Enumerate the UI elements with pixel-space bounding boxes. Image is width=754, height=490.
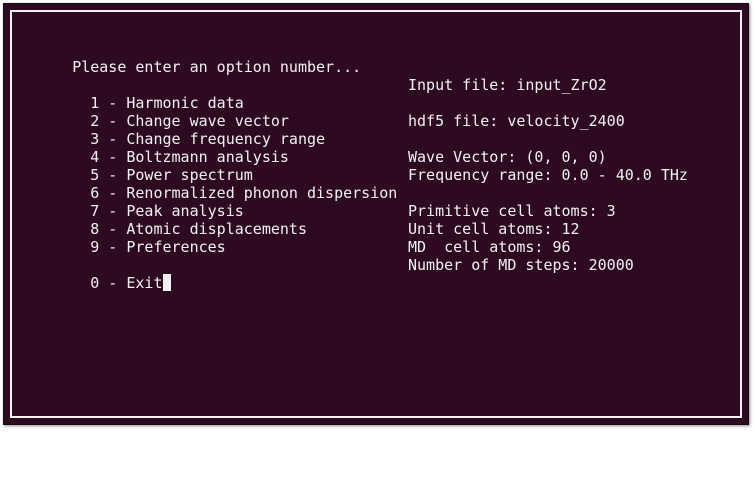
menu-item-2: 2 - Change wave vector bbox=[90, 112, 289, 130]
menu-item-6: 6 - Renormalized phonon dispersion Primi… bbox=[90, 184, 616, 220]
info-md-steps: Number of MD steps: 20000 bbox=[408, 256, 634, 274]
menu-item-7: 7 - Peak analysis Unit cell atoms: 12 bbox=[90, 202, 580, 238]
menu-item-exit: 0 - Exit bbox=[18, 256, 171, 292]
menu-item-9: 9 - Preferences Number of MD steps: 2000… bbox=[90, 238, 634, 274]
info-unit-atoms: Unit cell atoms: 12 bbox=[408, 220, 580, 238]
info-md-atoms: MD cell atoms: 96 bbox=[408, 238, 571, 256]
menu-item-8: 8 - Atomic displacements MD cell atoms: … bbox=[90, 220, 571, 256]
info-frequency-range: Frequency range: 0.0 - 40.0 THz bbox=[408, 166, 688, 184]
menu-item-5: 5 - Power spectrum bbox=[90, 166, 253, 184]
info-input-file: Input file: input_ZrO2 bbox=[408, 76, 607, 94]
terminal-window: Please enter an option number... Input f… bbox=[3, 3, 749, 425]
menu-item-4: 4 - Boltzmann analysis Frequency range: … bbox=[90, 148, 688, 184]
terminal-output[interactable]: Please enter an option number... Input f… bbox=[18, 40, 688, 490]
menu-label: Exit bbox=[126, 274, 163, 292]
info-wave-vector: Wave Vector: (0, 0, 0) bbox=[408, 148, 607, 166]
prompt-text: Please enter an option number... bbox=[72, 58, 362, 76]
menu-key: 9 bbox=[90, 238, 100, 256]
menu-label: Preferences bbox=[126, 238, 226, 256]
menu-item-1: 1 - Harmonic data hdf5 file: velocity_24… bbox=[90, 94, 625, 130]
menu-key: 0 bbox=[90, 274, 100, 292]
info-primitive-atoms: Primitive cell atoms: 3 bbox=[408, 202, 616, 220]
menu-item-3: 3 - Change frequency range Wave Vector: … bbox=[90, 130, 607, 166]
info-hdf5-file: hdf5 file: velocity_2400 bbox=[408, 112, 625, 130]
prompt-line: Please enter an option number... Input f… bbox=[18, 40, 607, 94]
text-cursor[interactable] bbox=[162, 274, 171, 291]
